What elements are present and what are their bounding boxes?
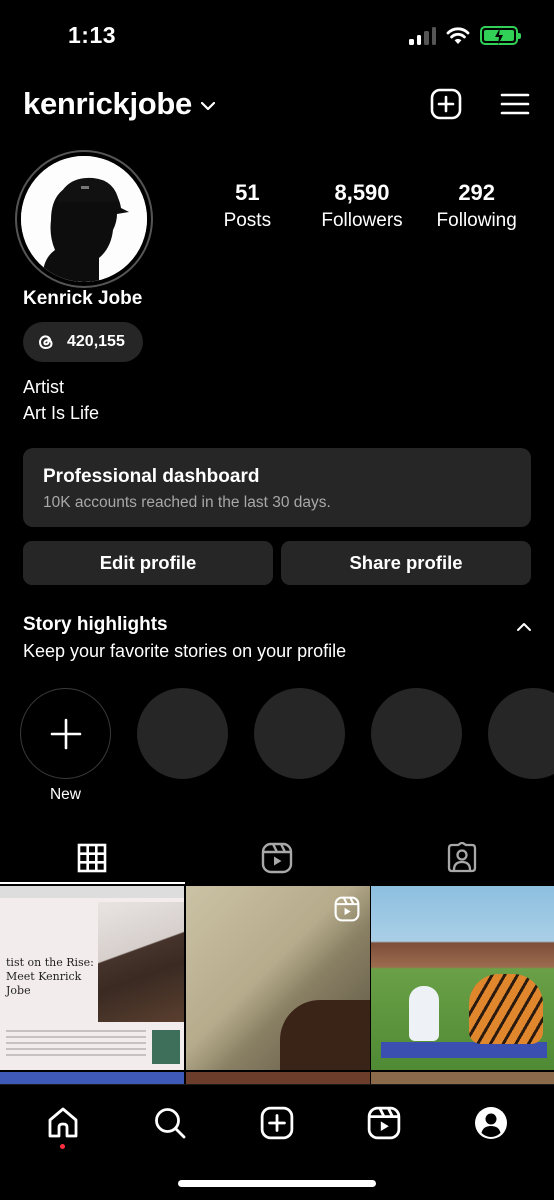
status-bar: 1:13 <box>0 0 554 72</box>
tab-reels[interactable] <box>185 832 370 884</box>
home-icon <box>48 1107 78 1138</box>
bio: Artist Art Is Life <box>23 374 99 426</box>
plus-icon <box>50 718 81 749</box>
tab-posts-grid[interactable] <box>0 832 185 884</box>
highlight-placeholder <box>137 688 228 779</box>
avatar-image <box>21 156 147 282</box>
followers-count: 8,590 <box>334 180 390 205</box>
dashboard-title: Professional dashboard <box>43 466 260 487</box>
edit-profile-button[interactable]: Edit profile <box>23 541 273 585</box>
notification-dot <box>60 1144 66 1149</box>
posts-count: 51 <box>235 180 260 205</box>
battery-charging-icon <box>480 26 521 45</box>
painting-blanket <box>381 1042 547 1058</box>
status-icons <box>409 26 521 45</box>
cellular-signal-icon <box>409 26 436 45</box>
profile-avatar[interactable] <box>15 150 153 288</box>
post-headline: tist on the Rise: Meet Kenrick Jobe <box>6 956 94 997</box>
highlights-row <box>20 688 554 779</box>
article-callout <box>152 1030 180 1064</box>
reels-icon <box>261 842 293 874</box>
profile-header: kenrickjobe <box>23 82 530 126</box>
highlights-title: Story highlights <box>23 614 168 635</box>
highlight-placeholder <box>488 688 554 779</box>
reel-badge-icon <box>334 896 359 922</box>
painting-child <box>409 986 439 1041</box>
followers-label: Followers <box>321 210 403 231</box>
following-label: Following <box>436 210 517 231</box>
new-highlight-button[interactable] <box>20 688 111 779</box>
create-post-icon[interactable] <box>430 88 462 120</box>
highlight-placeholder <box>254 688 345 779</box>
professional-dashboard[interactable]: Professional dashboard 10K accounts reac… <box>23 448 531 527</box>
posts-label: Posts <box>223 210 272 231</box>
chevron-down-icon[interactable] <box>200 101 216 111</box>
painting-tiger <box>469 974 543 1044</box>
share-profile-button[interactable]: Share profile <box>281 541 531 585</box>
post-thumbnail[interactable]: tist on the Rise: Meet Kenrick Jobe <box>0 886 184 1070</box>
posts-grid: tist on the Rise: Meet Kenrick Jobe <box>0 886 554 1086</box>
stat-followers[interactable]: 8,590 Followers <box>305 180 420 232</box>
article-text-lines <box>6 1030 146 1060</box>
search-icon <box>155 1108 186 1139</box>
stat-following[interactable]: 292 Following <box>419 180 534 232</box>
new-highlight-label: New <box>49 786 81 803</box>
highlight-placeholder <box>371 688 462 779</box>
home-indicator[interactable] <box>178 1180 376 1187</box>
drawing-hand <box>279 1000 370 1070</box>
tagged-person-icon <box>447 842 476 873</box>
nav-reels[interactable] <box>354 1101 414 1145</box>
bio-line: Artist <box>23 377 65 397</box>
tab-tagged[interactable] <box>369 832 554 884</box>
chevron-up-icon[interactable] <box>516 622 532 632</box>
post-thumbnail[interactable] <box>371 886 554 1070</box>
reels-icon <box>367 1106 401 1140</box>
status-time: 1:13 <box>68 22 117 48</box>
threads-badge[interactable]: 420,155 <box>23 322 143 362</box>
grid-icon <box>78 843 107 873</box>
content-tabs <box>0 832 554 884</box>
nav-home[interactable] <box>33 1101 93 1149</box>
bio-line: Art Is Life <box>23 403 100 423</box>
full-name: Kenrick Jobe <box>23 288 143 309</box>
nav-search[interactable] <box>140 1101 200 1145</box>
username-switcher[interactable]: kenrickjobe <box>23 86 192 122</box>
dashboard-subtitle: 10K accounts reached in the last 30 days… <box>43 494 331 511</box>
nav-create[interactable] <box>247 1101 307 1145</box>
stat-posts[interactable]: 51 Posts <box>190 180 305 232</box>
threads-icon <box>38 335 53 350</box>
post-thumbnail[interactable] <box>185 886 370 1070</box>
following-count: 292 <box>458 180 496 205</box>
menu-icon[interactable] <box>500 92 530 116</box>
threads-count: 420,155 <box>67 333 125 350</box>
nav-profile[interactable] <box>461 1101 521 1145</box>
profile-icon <box>474 1107 507 1139</box>
highlights-subtitle: Keep your favorite stories on your profi… <box>23 641 347 661</box>
profile-stats: 51 Posts 8,590 Followers 292 Following <box>190 180 534 232</box>
article-photo <box>98 902 184 1022</box>
create-icon <box>260 1106 294 1140</box>
wifi-icon <box>446 26 470 44</box>
